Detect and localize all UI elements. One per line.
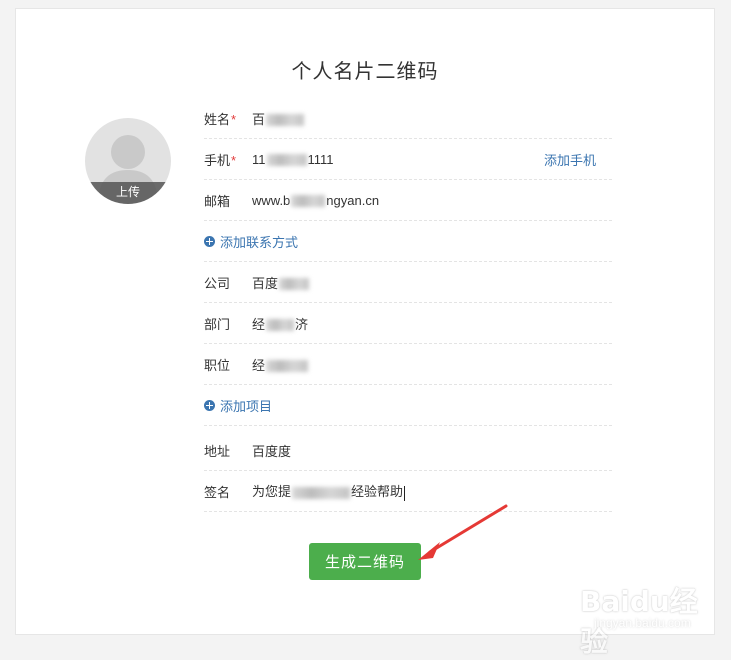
- name-input[interactable]: 百: [252, 109, 612, 128]
- phone-label: 手机*: [204, 152, 237, 168]
- add-contact-label: 添加联系方式: [220, 234, 299, 250]
- position-input[interactable]: 经: [252, 355, 612, 374]
- red-arrow-annotation: [418, 504, 508, 560]
- required-mark: *: [231, 152, 237, 168]
- email-label: 邮箱: [204, 193, 231, 209]
- company-input[interactable]: 百度: [252, 273, 612, 292]
- field-address[interactable]: 地址 百度度: [204, 430, 612, 471]
- add-contact-link[interactable]: 添加联系方式: [204, 221, 612, 262]
- baidu-jingyan-watermark: Baidu经验 jingyan.baidu.com: [560, 570, 720, 658]
- field-company[interactable]: 公司 百度: [204, 262, 612, 303]
- department-label: 部门: [204, 316, 231, 332]
- phone-input[interactable]: 11 1111: [252, 152, 544, 167]
- field-email[interactable]: 邮箱 www.b ngyan.cn: [204, 180, 612, 221]
- field-name[interactable]: 姓名* 百: [204, 98, 612, 139]
- email-input[interactable]: www.b ngyan.cn: [252, 193, 612, 208]
- signature-input[interactable]: 为您提 经验帮助: [252, 481, 612, 501]
- plus-circle-icon: [204, 399, 215, 411]
- signature-label: 签名: [204, 484, 231, 500]
- add-phone-link[interactable]: 添加手机: [544, 150, 596, 169]
- text-caret: [404, 485, 406, 501]
- address-input[interactable]: 百度度: [252, 441, 612, 460]
- field-position[interactable]: 职位 经: [204, 344, 612, 385]
- page-title: 个人名片二维码: [291, 61, 439, 83]
- company-label: 公司: [204, 275, 231, 291]
- address-label: 地址: [204, 443, 231, 459]
- name-label: 姓名*: [204, 111, 237, 127]
- department-input[interactable]: 经济: [252, 314, 612, 333]
- avatar-upload-button[interactable]: 上传: [85, 182, 171, 204]
- field-department[interactable]: 部门 经济: [204, 303, 612, 344]
- plus-circle-icon: [204, 235, 215, 247]
- position-label: 职位: [204, 357, 231, 373]
- avatar[interactable]: 上传: [85, 118, 171, 204]
- add-item-label: 添加项目: [220, 398, 273, 414]
- card-form: 姓名* 百 手机* 11 1111 添加手机 邮箱 www.b ngyan.cn 添…: [204, 98, 612, 512]
- watermark-url: jingyan.baidu.com: [594, 616, 691, 630]
- field-phone[interactable]: 手机* 11 1111 添加手机: [204, 139, 612, 180]
- required-mark: *: [231, 111, 237, 127]
- add-item-link[interactable]: 添加项目: [204, 385, 612, 426]
